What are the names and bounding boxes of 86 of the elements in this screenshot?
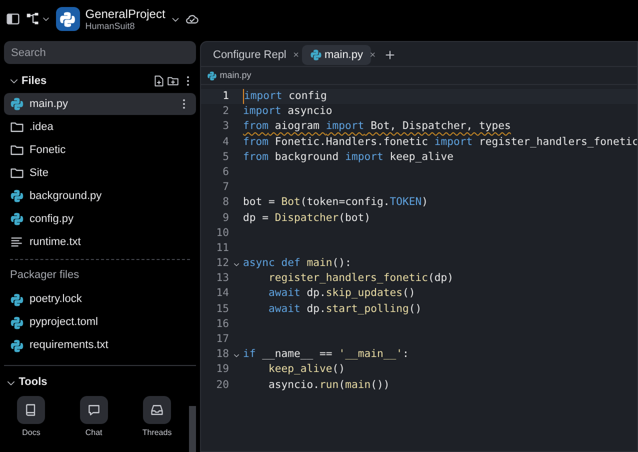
sidebar-toggle-icon[interactable]: [6, 12, 20, 26]
line-number: 1: [222, 89, 229, 104]
section-title: Packager files: [9, 268, 80, 283]
close-icon[interactable]: ×: [370, 48, 376, 63]
file-item[interactable]: runtime.txt: [4, 231, 196, 253]
line-number: 10: [215, 226, 229, 241]
project-logo[interactable]: [56, 7, 80, 31]
python-icon: [10, 338, 24, 352]
line-number: 16: [215, 316, 229, 332]
breadcrumb-item[interactable]: main.py: [220, 68, 252, 82]
search-field[interactable]: Search: [4, 41, 196, 64]
code-line: from background import keep_alive: [243, 150, 454, 165]
line-number: 15: [215, 302, 229, 317]
close-icon[interactable]: ×: [293, 48, 299, 63]
line-number: 20: [215, 378, 229, 393]
line-number: 4: [222, 134, 229, 150]
code-line: import config: [243, 89, 327, 104]
tool-label: Chat: [85, 427, 102, 440]
line-number: 8: [222, 195, 229, 210]
file-item[interactable]: .idea: [4, 116, 196, 138]
chat-icon: [86, 403, 101, 418]
line-number: 11: [215, 240, 229, 256]
code-line: await dp.start_polling(): [268, 302, 422, 317]
cloud-check-icon[interactable]: [185, 12, 200, 26]
line-number: 14: [215, 286, 229, 302]
caret-icon[interactable]: [42, 15, 50, 23]
file-item[interactable]: Fonetic: [4, 139, 196, 161]
python-icon: [207, 70, 217, 80]
folder-icon: [10, 166, 24, 180]
file-item[interactable]: poetry.lock: [4, 288, 196, 310]
new-file-icon[interactable]: [152, 75, 164, 87]
flow-icon[interactable]: [26, 12, 40, 26]
python-icon: [10, 316, 24, 330]
code-line: from aiogram import Bot, Dispatcher, types: [243, 119, 511, 134]
file-item[interactable]: requirements.txt: [4, 334, 196, 356]
new-folder-icon[interactable]: [167, 75, 180, 87]
line-number: 12: [215, 256, 229, 272]
editor-tab[interactable]: Configure Repl: [205, 45, 294, 65]
line-number: 17: [215, 332, 229, 347]
fold-chevron-icon[interactable]: [232, 261, 240, 268]
code-line: async def main():: [243, 256, 352, 272]
file-item[interactable]: Site: [4, 162, 196, 184]
line-number: 2: [222, 104, 229, 120]
python-icon: [10, 189, 24, 203]
project-owner: HumanSuit8: [85, 20, 136, 30]
line-number: 7: [222, 180, 229, 196]
line-number: 6: [222, 164, 229, 180]
code-line: bot = Bot(token=config.TOKEN): [243, 195, 428, 210]
tool-label: Threads: [142, 427, 172, 440]
line-number: 18: [215, 347, 229, 362]
inbox-icon: [150, 403, 164, 418]
project-name[interactable]: GeneralProject: [85, 8, 166, 20]
file-item[interactable]: background.py: [4, 185, 196, 207]
code-line: dp = Dispatcher(bot): [243, 210, 371, 226]
tool-button[interactable]: [143, 396, 172, 424]
code-line: import asyncio: [243, 104, 332, 120]
text-file-icon: [10, 235, 24, 249]
line-number: 19: [215, 362, 229, 378]
line-number: 5: [222, 150, 229, 165]
tool-button[interactable]: [17, 396, 46, 424]
section-title[interactable]: Files: [22, 72, 150, 90]
file-item[interactable]: config.py: [4, 208, 196, 230]
line-number: 13: [215, 271, 229, 286]
folder-icon: [10, 143, 24, 157]
plus-icon[interactable]: [384, 49, 396, 61]
line-number: 9: [222, 210, 229, 226]
line-number: 3: [222, 119, 229, 134]
code-line: asyncio.run(main()): [268, 378, 390, 393]
editor-tab[interactable]: main.py: [302, 45, 371, 65]
folder-icon: [10, 120, 24, 134]
code-line: keep_alive(): [268, 362, 346, 378]
file-item[interactable]: main.py: [4, 93, 196, 115]
scrollbar[interactable]: [189, 406, 196, 452]
python-icon: [10, 212, 24, 226]
file-item[interactable]: pyproject.toml: [4, 312, 196, 334]
python-icon: [10, 97, 24, 111]
python-icon: [10, 292, 24, 306]
code-line: register_handlers_fonetic(dp): [268, 271, 454, 286]
section-title[interactable]: Tools: [18, 374, 194, 391]
tool-label: Docs: [22, 427, 40, 440]
python-icon: [310, 49, 322, 61]
code-line: await dp.skip_updates(): [268, 286, 416, 302]
fold-chevron-icon[interactable]: [232, 352, 240, 360]
python-icon: [59, 10, 76, 28]
code-line: if __name__ == '__main__':: [243, 347, 409, 362]
tool-button[interactable]: [80, 396, 108, 424]
